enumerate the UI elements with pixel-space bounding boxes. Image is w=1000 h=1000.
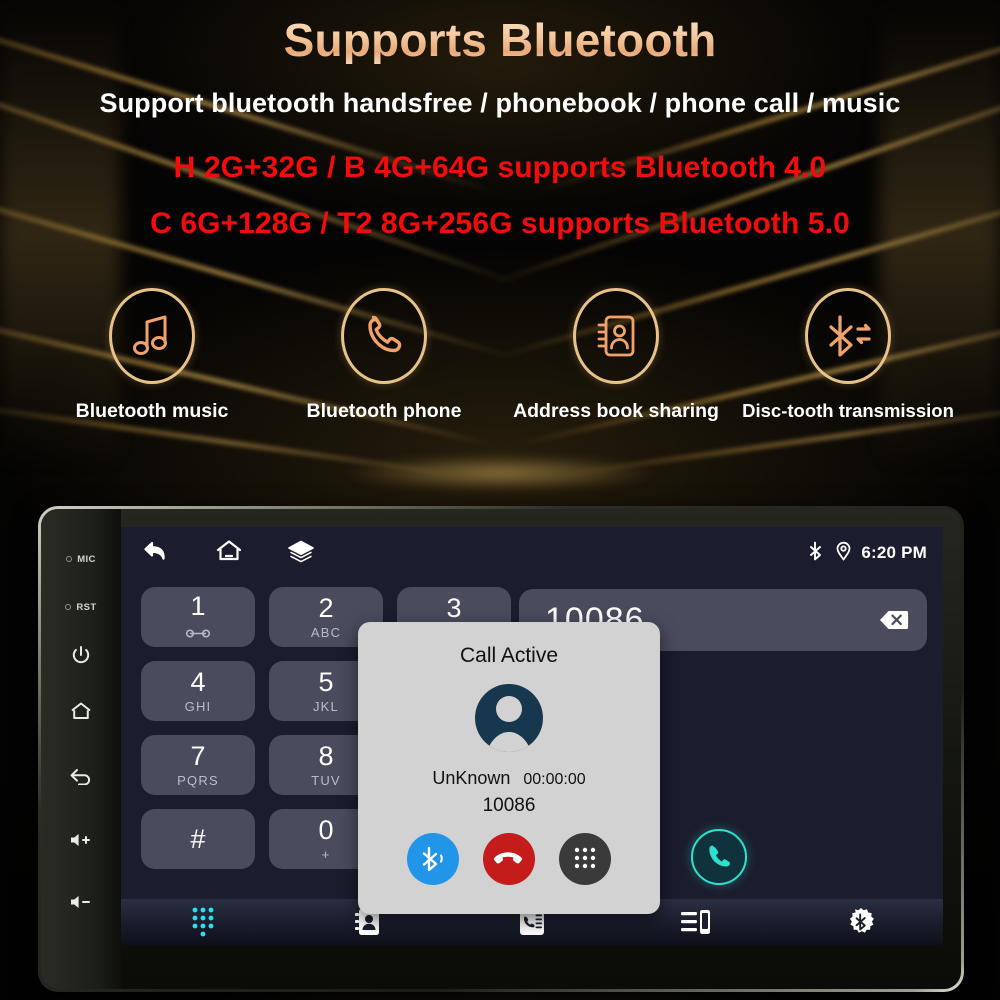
location-pin-icon <box>835 541 852 566</box>
avatar <box>475 684 543 752</box>
hardware-key-power[interactable] <box>41 631 121 679</box>
back-arrow-icon[interactable] <box>143 539 171 568</box>
page-subtitle: Support bluetooth handsfree / phonebook … <box>99 88 901 119</box>
dialpad-icon <box>574 847 596 869</box>
dial-key-hash[interactable]: # <box>141 809 255 869</box>
feature-address-book-sharing: Address book sharing <box>500 288 732 423</box>
key-letters: GHI <box>184 699 212 714</box>
bottom-nav-bluetooth-settings[interactable] <box>825 902 897 942</box>
call-timer: 00:00:00 <box>523 771 586 788</box>
bluetooth-transfer-icon <box>805 288 891 384</box>
dial-key-4[interactable]: 4 GHI <box>141 661 255 721</box>
android-nav-icons <box>143 539 315 568</box>
bluetooth-audio-button[interactable] <box>407 833 459 885</box>
volume-up-icon <box>71 834 90 846</box>
call-action-buttons <box>407 833 611 885</box>
status-bar: 6:20 PM <box>121 527 943 579</box>
bluetooth-audio-icon <box>422 846 443 872</box>
key-digit: 8 <box>318 741 334 771</box>
call-active-dialog: Call Active UnKnown 00:00:00 10086 <box>358 622 660 914</box>
mic-indicator <box>66 556 73 562</box>
hardware-key-reset[interactable]: RST <box>41 583 121 631</box>
feature-icon-row: Bluetooth music Bluetooth phone Address … <box>0 288 1000 423</box>
caller-name: UnKnown <box>432 768 511 788</box>
page-title: Supports Bluetooth <box>0 16 1000 65</box>
key-digit: 7 <box>190 741 206 771</box>
mic-label: MIC <box>77 553 96 565</box>
feature-bluetooth-phone: Bluetooth phone <box>268 288 500 423</box>
key-letters: PQRS <box>177 773 219 788</box>
key-digit: 0 <box>318 815 334 845</box>
show-dialpad-button[interactable] <box>559 833 611 885</box>
key-letters: TUV <box>311 773 341 788</box>
bluetooth-gear-icon <box>849 908 874 933</box>
phone-sync-icon <box>681 910 711 934</box>
system-status-icons: 6:20 PM <box>808 541 927 566</box>
key-letters: + <box>321 847 331 862</box>
promo-header: Supports Bluetooth Support bluetooth han… <box>0 0 1000 241</box>
key-digit: 4 <box>190 667 206 697</box>
voicemail-icon <box>185 626 211 642</box>
end-call-icon <box>494 852 522 864</box>
dial-key-1[interactable]: 1 <box>141 587 255 647</box>
address-book-icon <box>573 288 659 384</box>
feature-bluetooth-music: Bluetooth music <box>36 288 268 423</box>
hardware-key-mic[interactable]: MIC <box>41 535 121 583</box>
backspace-icon[interactable] <box>879 609 909 631</box>
bottom-nav-phone-sync[interactable] <box>660 902 732 942</box>
hardware-key-home[interactable] <box>41 679 121 743</box>
hardware-key-column: MIC RST <box>41 509 121 989</box>
spec-line-1: H 2G+32G / B 4G+64G supports Bluetooth 4… <box>173 151 827 185</box>
call-button[interactable] <box>691 829 747 885</box>
key-digit: # <box>190 823 206 854</box>
feature-label: Address book sharing <box>513 400 719 422</box>
dialog-title: Call Active <box>459 644 559 667</box>
bottom-nav-dialpad[interactable] <box>167 902 239 942</box>
key-digit: 1 <box>190 590 206 621</box>
end-call-button[interactable] <box>483 833 535 885</box>
back-icon <box>70 769 91 785</box>
key-letters: JKL <box>312 699 339 714</box>
status-clock: 6:20 PM <box>861 543 927 562</box>
key-letters: ABC <box>310 625 342 640</box>
spec-line-2: C 6G+128G / T2 8G+256G supports Bluetoot… <box>150 207 850 241</box>
key-digit: 3 <box>446 593 462 623</box>
caller-info-row: UnKnown 00:00:00 <box>432 768 585 789</box>
key-digit: 2 <box>318 593 334 623</box>
bluetooth-icon <box>808 541 826 566</box>
caller-number: 10086 <box>482 795 536 816</box>
dialpad-icon <box>192 907 214 937</box>
home-icon <box>71 702 91 719</box>
phone-call-icon <box>709 845 730 867</box>
key-digit: 5 <box>318 667 334 697</box>
feature-label: Disc-tooth transmission <box>742 400 954 421</box>
reset-label: RST <box>76 601 97 613</box>
feature-disc-tooth-transmission: Disc-tooth transmission <box>732 288 964 422</box>
phone-handset-icon <box>341 288 427 384</box>
hardware-key-volume-down[interactable] <box>41 871 121 933</box>
reset-indicator <box>65 604 72 610</box>
recents-layers-icon[interactable] <box>287 539 315 568</box>
music-note-icon <box>109 288 195 384</box>
feature-label: Bluetooth music <box>75 400 229 422</box>
volume-down-icon <box>71 896 90 908</box>
hardware-key-back[interactable] <box>41 743 121 809</box>
power-icon <box>72 646 90 664</box>
feature-label: Bluetooth phone <box>306 400 462 422</box>
hardware-key-volume-up[interactable] <box>41 809 121 871</box>
dial-key-7[interactable]: 7 PQRS <box>141 735 255 795</box>
home-outline-icon[interactable] <box>215 539 243 568</box>
